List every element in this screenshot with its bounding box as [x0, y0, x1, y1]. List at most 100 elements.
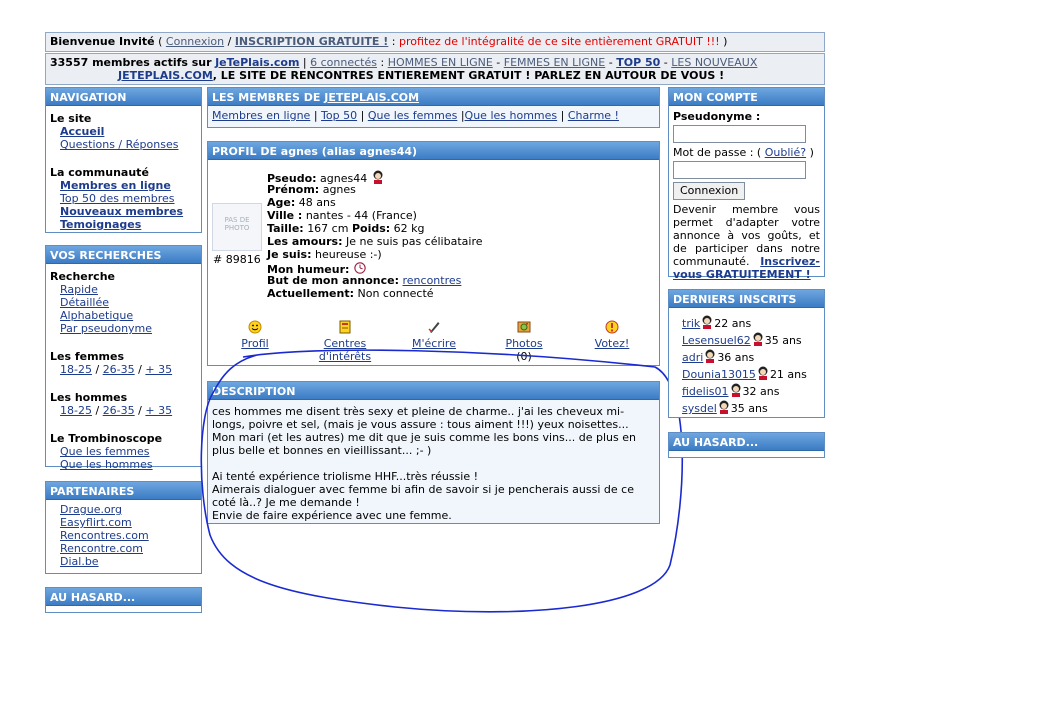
inscrit-age: 32 ans [742, 385, 780, 398]
partner-link[interactable]: Rencontres.com [60, 529, 149, 542]
top50-link[interactable]: TOP 50 [616, 56, 660, 69]
inscrit-name-link[interactable]: Dounia13015 [682, 368, 756, 381]
charme-tab[interactable]: Charme ! [568, 109, 619, 122]
hommes-en-ligne-link[interactable]: HOMMES EN LIGNE [388, 56, 493, 69]
hasard-left-header: AU HASARD... [46, 588, 201, 606]
nouveaux-membres-link[interactable]: Nouveaux membres [60, 205, 183, 218]
rapide-link[interactable]: Rapide [60, 283, 98, 296]
pen-write-icon [428, 322, 440, 333]
inscrit-row: sysdel 35 ans [682, 400, 820, 417]
top50-tab[interactable]: Top 50 [321, 109, 357, 122]
partner-link[interactable]: Drague.org [60, 503, 122, 516]
recherche-title: Recherche [50, 270, 115, 283]
inscrit-name-link[interactable]: Lesensuel62 [682, 334, 751, 347]
member-avatar-icon [731, 383, 741, 397]
inscrit-age: 35 ans [730, 402, 768, 415]
inscrit-name-link[interactable]: adri [682, 351, 703, 364]
paren: ( [158, 35, 163, 48]
partner-link[interactable]: Easyflirt.com [60, 516, 132, 529]
taille-label: Taille: [267, 222, 304, 235]
hommes-35plus-link[interactable]: + 35 [145, 404, 172, 417]
connected-link[interactable]: 6 connectés [310, 56, 377, 69]
compte-panel: MON COMPTE Pseudonyme : Mot de passe : (… [668, 87, 825, 281]
jeteplais-header-link[interactable]: JETEPLAIS.COM [324, 91, 419, 104]
site-link[interactable]: JeTePlais.com [215, 56, 299, 69]
femmes-35plus-link[interactable]: + 35 [145, 363, 172, 376]
questions-link[interactable]: Questions / Réponses [60, 138, 178, 151]
femmes-en-ligne-link[interactable]: FEMMES EN LIGNE [504, 56, 605, 69]
poids-value: 62 kg [393, 222, 425, 235]
inscrit-name-link[interactable]: fidelis01 [682, 385, 729, 398]
mood-clock-icon [354, 262, 366, 274]
profile-details: Pseudo: agnes44 Prénom: agnes Age: 48 an… [267, 170, 657, 300]
colon: : [380, 56, 385, 69]
but-label: But de mon annonce: [267, 274, 399, 287]
inscription-link[interactable]: INSCRIPTION GRATUITE ! [235, 35, 388, 48]
inscrit-age: 35 ans [764, 334, 802, 347]
member-id: # 89816 [213, 253, 261, 266]
inscrit-row: Dounia13015 21 ans [682, 366, 820, 383]
femmes-18-25-link[interactable]: 18-25 [60, 363, 92, 376]
partner-link[interactable]: Dial.be [60, 555, 99, 568]
photo-text: PAS DE PHOTO [224, 216, 250, 232]
femmes-26-35-link[interactable]: 26-35 [103, 363, 135, 376]
membres-title: LES MEMBRES DE [212, 91, 321, 104]
female-avatar-icon [373, 170, 383, 184]
sep: | [302, 56, 307, 69]
pseudo-field-label: Pseudonyme : [673, 110, 761, 123]
welcome-text: Bienvenue Invité [50, 35, 155, 48]
member-avatar-icon [705, 349, 715, 363]
partner-link[interactable]: Rencontre.com [60, 542, 143, 555]
ville-value: nantes - 44 (France) [305, 209, 417, 222]
hommes-tab[interactable]: Que les hommes [465, 109, 558, 122]
profil-header: PROFIL DE agnes (alias agnes44) [208, 142, 659, 160]
inscrit-row: trik 22 ans [682, 315, 820, 332]
sep: | [560, 109, 565, 122]
detaillee-link[interactable]: Détaillée [60, 296, 109, 309]
top50-membres-link[interactable]: Top 50 des membres [60, 192, 175, 205]
pseudo-input[interactable] [673, 125, 806, 143]
compte-header: MON COMPTE [669, 88, 824, 106]
oublie-link[interactable]: Oublié? [765, 146, 806, 159]
taille-value: 167 cm [307, 222, 349, 235]
member-avatar-icon [702, 315, 712, 329]
membres-en-ligne-tab[interactable]: Membres en ligne [212, 109, 310, 122]
hommes-18-25-link[interactable]: 18-25 [60, 404, 92, 417]
trombi-femmes-link[interactable]: Que les femmes [60, 445, 150, 458]
slash: / [227, 35, 232, 48]
inscrit-row: fidelis01 32 ans [682, 383, 820, 400]
connexion-link[interactable]: Connexion [166, 35, 224, 48]
temoignages-link[interactable]: Temoignages [60, 218, 141, 231]
site-upper-link[interactable]: JETEPLAIS.COM [118, 69, 213, 82]
membres-en-ligne-link[interactable]: Membres en ligne [60, 179, 171, 192]
hommes-26-35-link[interactable]: 26-35 [103, 404, 135, 417]
member-avatar-icon [719, 400, 729, 414]
member-avatar-icon [753, 332, 763, 346]
inscrit-name-link[interactable]: trik [682, 317, 700, 330]
but-value-link[interactable]: rencontres [403, 274, 462, 287]
connexion-button[interactable]: Connexion [673, 182, 746, 200]
alphabetique-link[interactable]: Alphabetique [60, 309, 133, 322]
pseudonyme-link[interactable]: Par pseudonyme [60, 322, 152, 335]
promo-text: profitez de l'intégralité de ce site ent… [399, 35, 720, 48]
trombi-hommes-link[interactable]: Que les hommes [60, 458, 153, 471]
colon: : [391, 35, 396, 48]
interests-icon [339, 320, 351, 334]
tagline: , LE SITE DE RENCONTRES ENTIEREMENT GRAT… [212, 69, 725, 82]
annotation-circle [200, 349, 684, 613]
inscrit-name-link[interactable]: sysdel [682, 402, 717, 415]
nouveaux-link[interactable]: LES NOUVEAUX [671, 56, 757, 69]
femmes-tab[interactable]: Que les femmes [368, 109, 458, 122]
password-input[interactable] [673, 161, 806, 179]
navigation-header: NAVIGATION [46, 88, 201, 106]
sep: | [313, 109, 318, 122]
paren-close: ) [723, 35, 728, 48]
hasard-left-panel: AU HASARD... [45, 587, 202, 613]
smiley-icon [248, 320, 262, 334]
age-value: 48 ans [298, 196, 336, 209]
prenom-label: Prénom: [267, 183, 320, 196]
accueil-link[interactable]: Accueil [60, 125, 104, 138]
ville-label: Ville : [267, 209, 303, 222]
membres-header: LES MEMBRES DE JETEPLAIS.COM [208, 88, 659, 106]
actuel-label: Actuellement: [267, 287, 354, 300]
